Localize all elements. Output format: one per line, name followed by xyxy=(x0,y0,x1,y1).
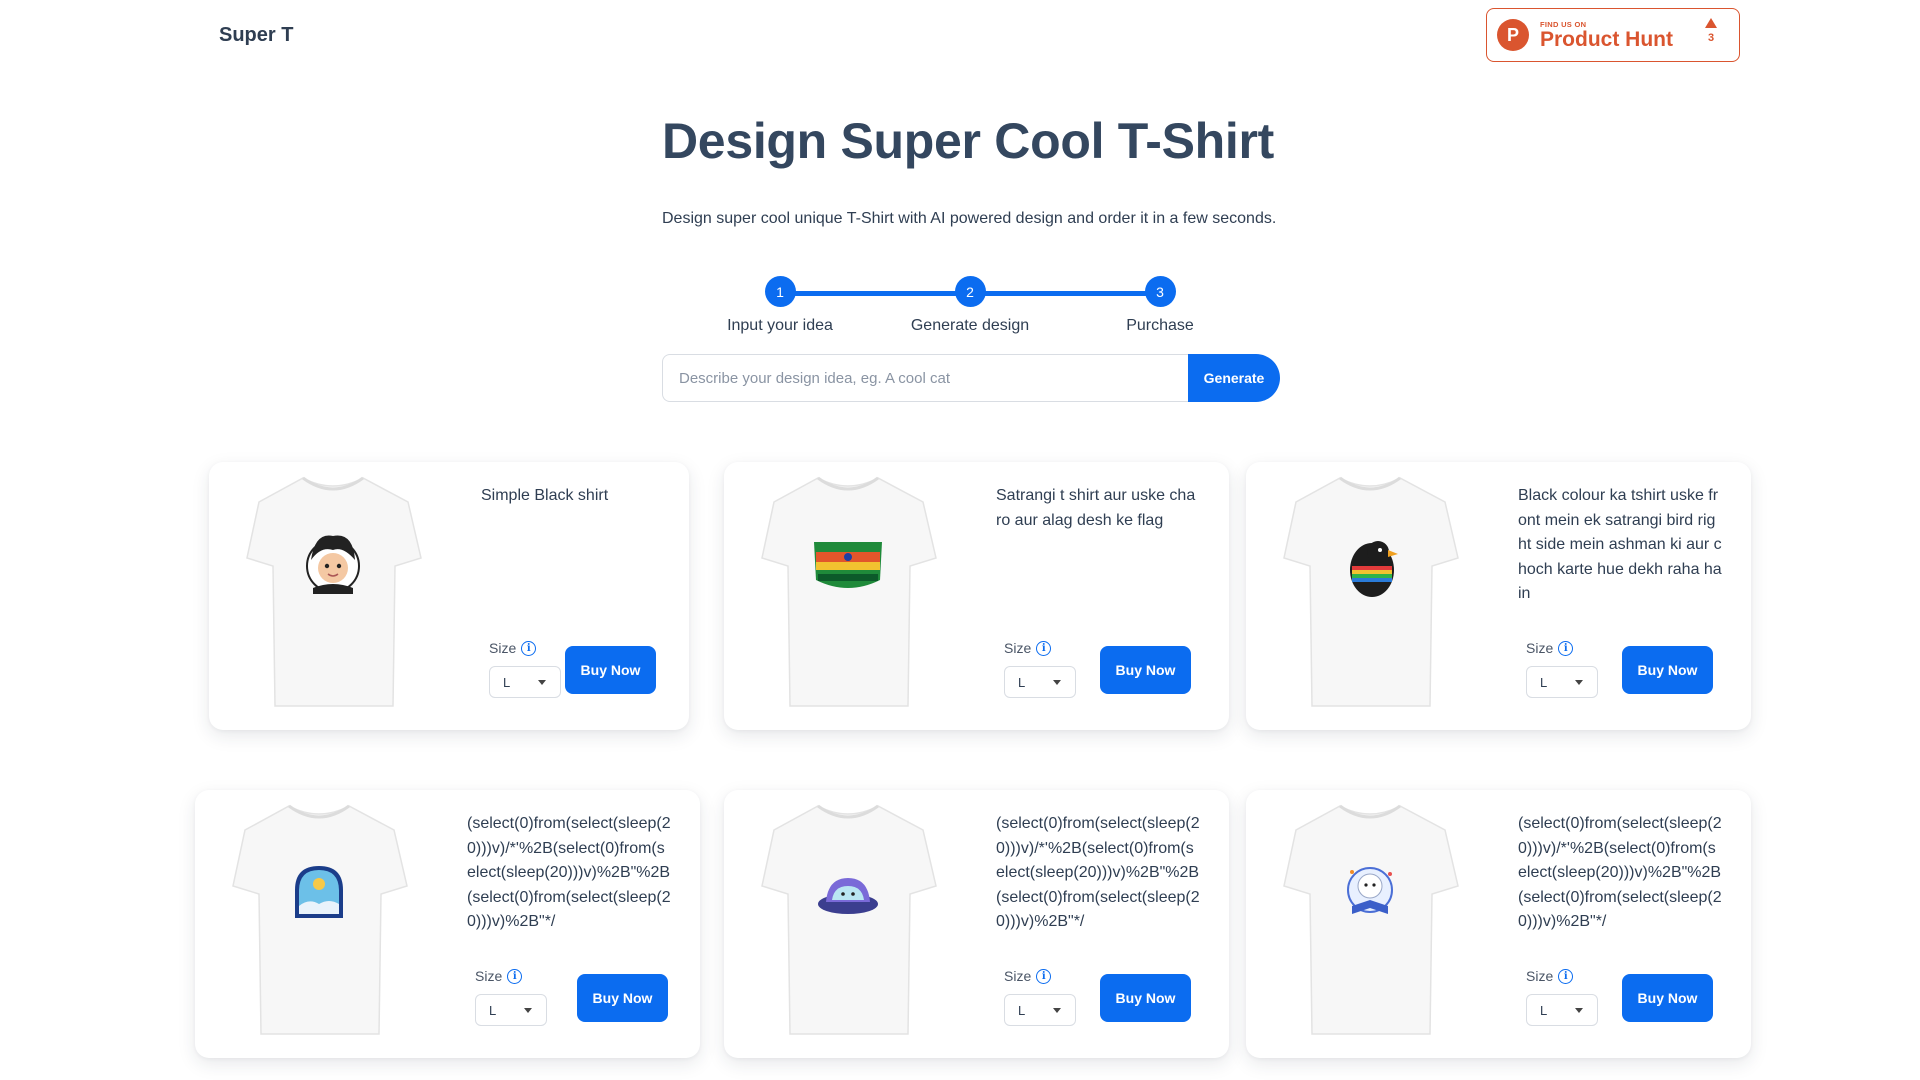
size-label: Size i xyxy=(1004,640,1052,656)
step-2: 2 Generate design xyxy=(890,276,1050,335)
generate-button[interactable]: Generate xyxy=(1188,354,1280,402)
size-select[interactable]: L xyxy=(1526,666,1598,698)
size-select-value: L xyxy=(1540,1002,1548,1018)
tshirt-image xyxy=(246,476,422,707)
progress-stepper: 1 Input your idea 2 Generate design 3 Pu… xyxy=(700,276,1240,336)
size-select[interactable]: L xyxy=(1004,994,1076,1026)
step-label: Generate design xyxy=(910,317,1030,334)
colorful-flag-banner-icon xyxy=(814,542,882,588)
design-card: Simple Black shirt Size i L Buy Now xyxy=(209,462,689,730)
size-label: Size i xyxy=(1526,968,1574,984)
design-card: (select(0)from(select(sleep(20)))v)/*'%2… xyxy=(1246,790,1751,1058)
upvote-count: 3 xyxy=(1707,32,1715,44)
design-card: (select(0)from(select(sleep(20)))v)/*'%2… xyxy=(195,790,700,1058)
design-card: Black colour ka tshirt uske front mein e… xyxy=(1246,462,1751,730)
brand-logo[interactable]: Super T xyxy=(219,24,293,47)
size-label: Size i xyxy=(475,968,523,984)
size-label: Size i xyxy=(489,640,537,656)
buy-now-button[interactable]: Buy Now xyxy=(1100,974,1191,1022)
product-hunt-icon: P xyxy=(1497,19,1529,51)
page-title: Design Super Cool T-Shirt xyxy=(662,113,1274,169)
upvote-triangle-icon xyxy=(1705,18,1717,28)
size-select-value: L xyxy=(1018,674,1026,690)
size-label: Size i xyxy=(1004,968,1052,984)
buy-now-button[interactable]: Buy Now xyxy=(565,646,656,694)
info-icon[interactable]: i xyxy=(1558,968,1574,984)
buy-now-button[interactable]: Buy Now xyxy=(1100,646,1191,694)
design-card: (select(0)from(select(sleep(20)))v)/*'%2… xyxy=(724,790,1229,1058)
size-label-text: Size xyxy=(1526,640,1554,656)
product-hunt-label: Product Hunt xyxy=(1540,27,1673,51)
size-label-text: Size xyxy=(1526,968,1554,984)
arch-landscape-icon xyxy=(295,866,343,918)
design-description: Simple Black shirt xyxy=(481,487,609,504)
size-label-text: Size xyxy=(489,640,517,656)
size-select[interactable]: L xyxy=(1004,666,1076,698)
design-description: (select(0)from(select(sleep(20)))v)/*'%2… xyxy=(467,815,671,930)
buy-now-button[interactable]: Buy Now xyxy=(577,974,668,1022)
page-subtitle: Design super cool unique T-Shirt with AI… xyxy=(662,210,1277,227)
step-label: Purchase xyxy=(1126,317,1194,334)
info-icon[interactable]: i xyxy=(1036,968,1052,984)
chevron-down-icon xyxy=(524,1008,532,1013)
info-icon[interactable]: i xyxy=(507,968,523,984)
step-number: 2 xyxy=(954,276,986,307)
design-idea-input[interactable] xyxy=(662,354,1188,402)
tshirt-image xyxy=(761,804,937,1035)
buy-now-button[interactable]: Buy Now xyxy=(1622,974,1713,1022)
tshirt-image xyxy=(232,804,408,1035)
design-description: Satrangi t shirt aur uske charo aur alag… xyxy=(996,487,1196,529)
size-label: Size i xyxy=(1526,640,1574,656)
size-select[interactable]: L xyxy=(489,666,561,698)
step-1: 1 Input your idea xyxy=(700,276,860,335)
design-card: Satrangi t shirt aur uske charo aur alag… xyxy=(724,462,1229,730)
size-select-value: L xyxy=(503,674,511,690)
upvote-counter: 3 xyxy=(1705,18,1717,44)
design-description: (select(0)from(select(sleep(20)))v)/*'%2… xyxy=(1518,815,1722,930)
design-description: (select(0)from(select(sleep(20)))v)/*'%2… xyxy=(996,815,1200,930)
seal-reading-book-icon xyxy=(1347,867,1393,914)
chevron-down-icon xyxy=(1575,680,1583,685)
size-select[interactable]: L xyxy=(475,994,547,1026)
size-select-value: L xyxy=(1540,674,1548,690)
info-icon[interactable]: i xyxy=(1036,640,1052,656)
step-number: 1 xyxy=(764,276,796,307)
chevron-down-icon xyxy=(1053,680,1061,685)
size-select-value: L xyxy=(1018,1002,1026,1018)
buy-now-button[interactable]: Buy Now xyxy=(1622,646,1713,694)
design-description: Black colour ka tshirt uske front mein e… xyxy=(1518,487,1722,602)
size-label-text: Size xyxy=(1004,640,1032,656)
chevron-down-icon xyxy=(538,680,546,685)
tshirt-image xyxy=(1283,476,1459,707)
info-icon[interactable]: i xyxy=(1558,640,1574,656)
size-label-text: Size xyxy=(1004,968,1032,984)
chevron-down-icon xyxy=(1575,1008,1583,1013)
product-hunt-badge[interactable]: P FIND US ON Product Hunt 3 xyxy=(1486,8,1740,62)
tshirt-image xyxy=(761,476,937,707)
size-select-value: L xyxy=(489,1002,497,1018)
tshirt-image xyxy=(1283,804,1459,1035)
chevron-down-icon xyxy=(1053,1008,1061,1013)
step-3: 3 Purchase xyxy=(1080,276,1240,335)
info-icon[interactable]: i xyxy=(521,640,537,656)
step-label: Input your idea xyxy=(727,317,833,334)
step-number: 3 xyxy=(1144,276,1176,307)
size-label-text: Size xyxy=(475,968,503,984)
size-select[interactable]: L xyxy=(1526,994,1598,1026)
